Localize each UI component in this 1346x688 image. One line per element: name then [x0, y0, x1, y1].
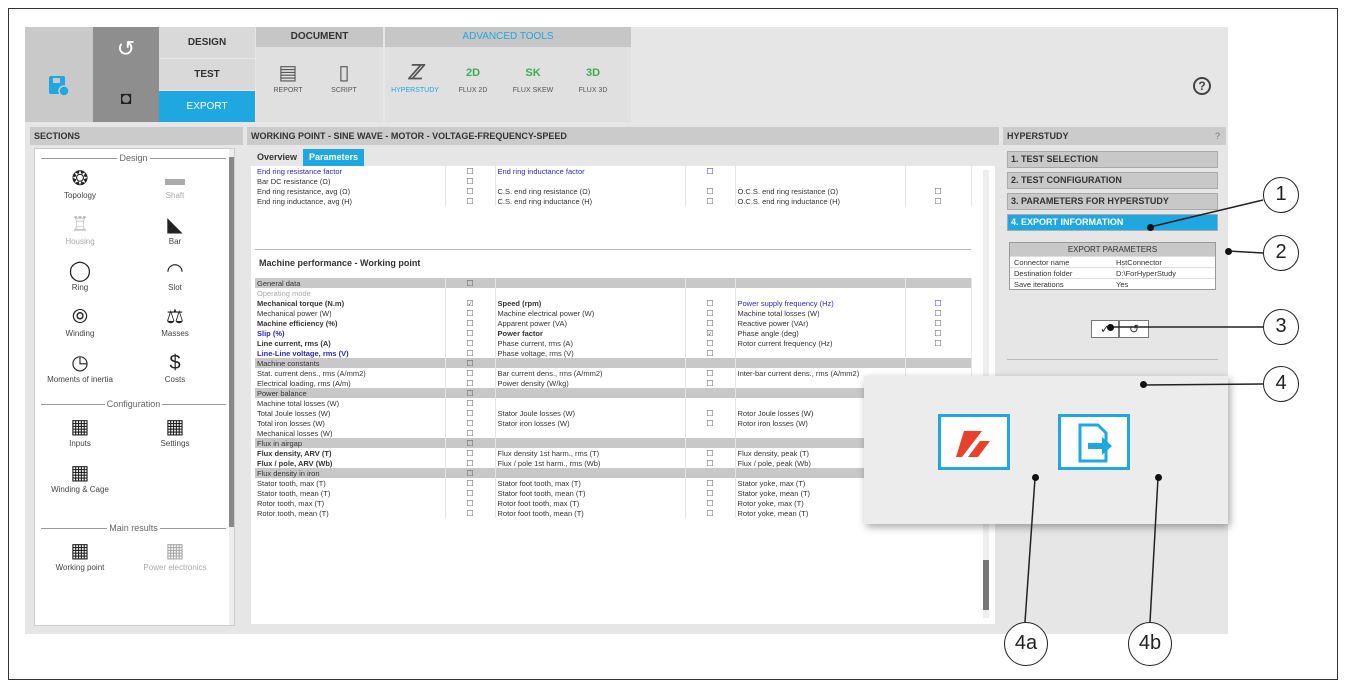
callout-lines: [1024, 199, 1264, 623]
callout-2-dot: [1225, 248, 1232, 255]
callout-4-dot: [1140, 381, 1147, 388]
callout-4b: 4b: [1128, 622, 1172, 666]
callout-2: 2: [1263, 235, 1299, 271]
callout-4: 4: [1263, 366, 1299, 402]
callout-4a: 4a: [1004, 622, 1048, 666]
callout-1: 1: [1263, 177, 1299, 213]
callout-1-dot: [1147, 224, 1154, 231]
callout-4b-dot: [1155, 474, 1162, 481]
callout-3: 3: [1263, 309, 1299, 345]
callout-4a-dot: [1032, 474, 1039, 481]
callout-3-dot: [1107, 324, 1114, 331]
